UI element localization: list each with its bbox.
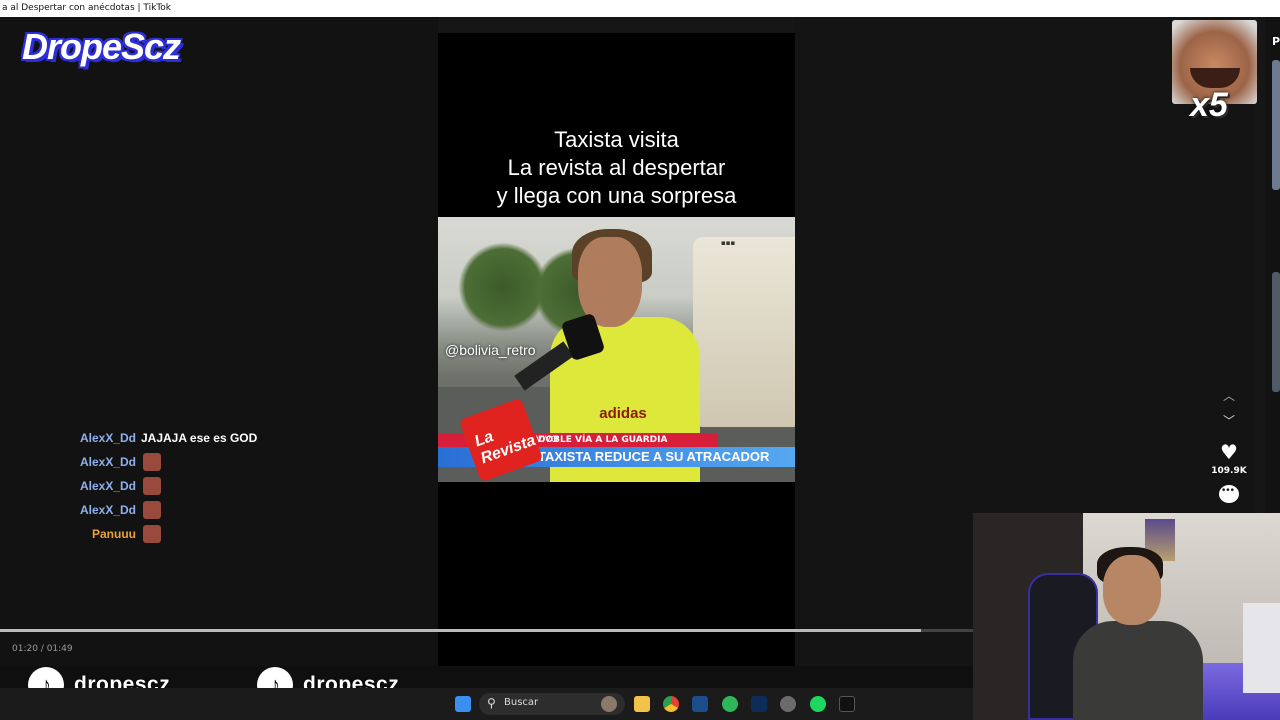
- chat-message: AlexX_Dd: [78, 477, 378, 501]
- chat-username: AlexX_Dd: [79, 503, 136, 517]
- heart-icon[interactable]: ♥: [1218, 442, 1240, 462]
- chrome-icon[interactable]: [663, 696, 679, 712]
- taskbar-search[interactable]: ⚲ Buscar: [479, 693, 625, 715]
- left-panel: [0, 17, 438, 688]
- settings-icon[interactable]: [780, 696, 796, 712]
- video-caption: Taxista visita La revista al despertar y…: [438, 126, 795, 210]
- chat-message: AlexX_Dd: [78, 501, 378, 525]
- chat-emote-icon: [143, 477, 161, 495]
- chat-emote-icon: [143, 501, 161, 519]
- chat-emote-icon: [143, 525, 161, 543]
- photoshop-icon[interactable]: [751, 696, 767, 712]
- caption-line: Taxista visita: [554, 127, 679, 152]
- chat-username: AlexX_Dd: [79, 479, 136, 493]
- chevron-down-icon[interactable]: ﹀: [1223, 412, 1235, 429]
- tiktok-icon[interactable]: [839, 696, 855, 712]
- suggested-video-thumb[interactable]: [1272, 272, 1280, 392]
- windows-icon[interactable]: [455, 696, 471, 712]
- windows-taskbar: ⚲ Buscar: [0, 688, 973, 720]
- search-placeholder: Buscar: [504, 697, 539, 708]
- emote-multiplier: x5: [1190, 86, 1228, 124]
- chat-message: Panuuu: [78, 525, 378, 549]
- chat-username: AlexX_Dd: [79, 455, 136, 469]
- video-progress-fill: [0, 629, 922, 632]
- chat-emote-icon: [143, 453, 161, 471]
- stream-brand-logo: DropeScz: [22, 26, 181, 67]
- steam-icon[interactable]: [692, 696, 708, 712]
- spotify-icon[interactable]: [810, 696, 826, 712]
- folder-icon[interactable]: [634, 696, 650, 712]
- la-revista-logo-text: La Revista: [472, 428, 538, 468]
- taxi-car: [693, 237, 795, 427]
- search-highlight-image: [601, 696, 617, 712]
- camera-overlay: ▪▪▪: [721, 239, 736, 247]
- pc-case: [1243, 603, 1280, 693]
- chat-message: AlexX_Dd JAJAJA ese es GOD: [78, 429, 378, 453]
- comment-icon[interactable]: [1219, 485, 1239, 503]
- webcam-feed: [973, 513, 1280, 720]
- streamer-face: [1103, 555, 1161, 625]
- video-progress-bar[interactable]: [0, 629, 973, 632]
- chat-text: JAJAJA ese es GOD: [141, 431, 258, 445]
- chevron-up-icon[interactable]: ︿: [1223, 387, 1235, 404]
- window-title: a al Despertar con anécdotas | TikTok: [0, 0, 1280, 17]
- video-time: 01:20 / 01:49: [12, 644, 73, 654]
- chat-message: AlexX_Dd: [78, 453, 378, 477]
- suggested-video-thumb[interactable]: [1272, 60, 1280, 190]
- video-watermark: @bolivia_retro: [445, 342, 536, 358]
- like-count: 109.9K: [1211, 466, 1247, 476]
- streamer-body: [1073, 621, 1203, 720]
- caption-line: y llega con una sorpresa: [496, 183, 737, 208]
- search-icon: ⚲: [487, 696, 496, 710]
- chat-username: Panuuu: [92, 527, 136, 541]
- chat-username: AlexX_Dd: [79, 431, 136, 445]
- chyron-bottom-text: TAXISTA REDUCE A SU ATRACADOR: [538, 449, 770, 464]
- live-label: VIVO: [536, 435, 558, 445]
- emote-mouth: [1190, 68, 1240, 88]
- chat-overlay: AlexX_Dd JAJAJA ese es GOD AlexX_Dd AlexX_D…: [78, 429, 378, 549]
- shirt-logo: adidas: [599, 405, 647, 422]
- xbox-icon[interactable]: [722, 696, 738, 712]
- caption-line: La revista al despertar: [507, 155, 726, 180]
- video-frame[interactable]: ▪▪▪ adidas @bolivia_retro DOBLE VÍA A LA…: [438, 217, 795, 482]
- side-header-initial: P: [1272, 35, 1280, 48]
